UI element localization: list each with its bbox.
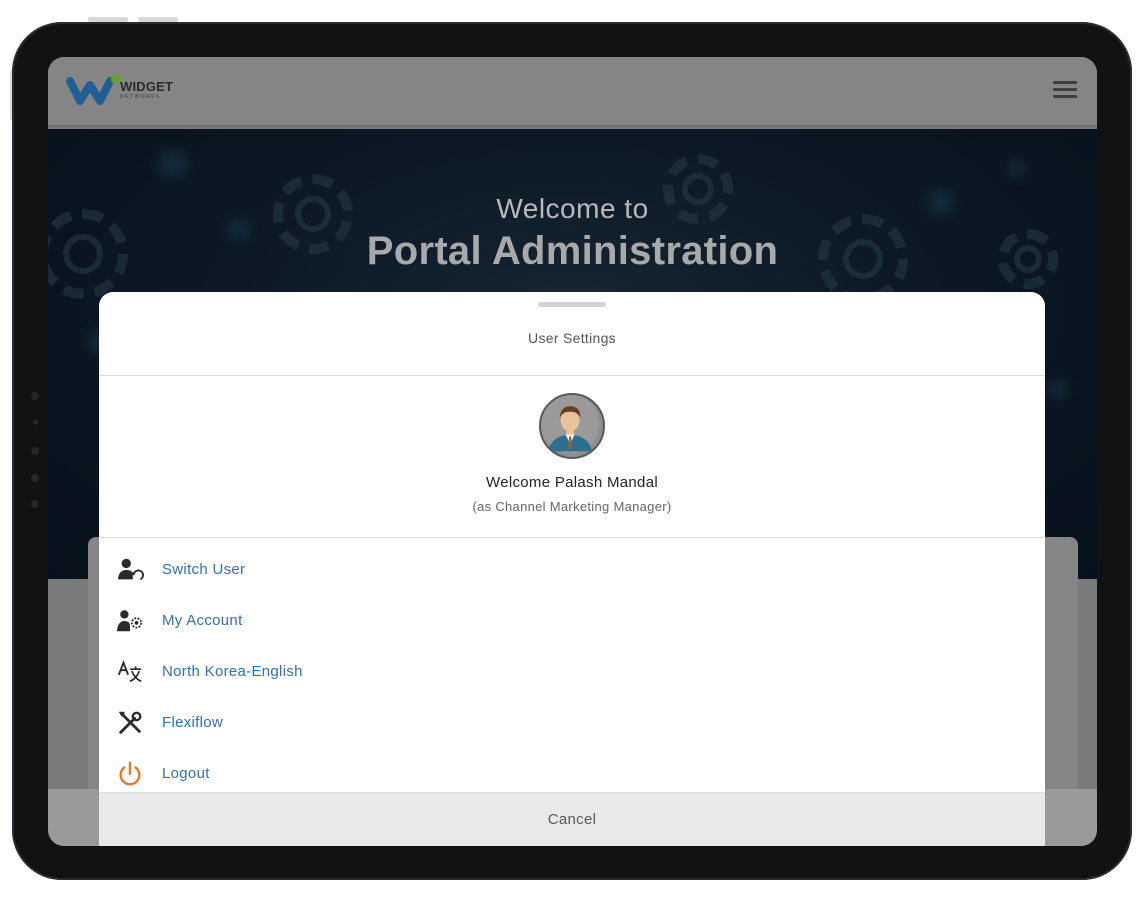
- switch-user-label: Switch User: [162, 561, 246, 578]
- tools-icon: [115, 708, 145, 738]
- sensor-dot: [31, 474, 39, 482]
- my-account-label: My Account: [162, 612, 243, 629]
- cancel-button[interactable]: Cancel: [99, 792, 1045, 846]
- divider: [99, 375, 1045, 376]
- user-settings-menu: Switch User My Account North Korea-Engli…: [99, 544, 1045, 799]
- power-icon: [115, 759, 145, 789]
- flexiflow-label: Flexiflow: [162, 714, 224, 731]
- user-settings-sheet: User Settings Welcome Palash Mandal (as …: [99, 292, 1045, 846]
- account-settings-icon: [115, 606, 145, 636]
- sheet-title: User Settings: [528, 330, 616, 346]
- sensor-dot: [31, 500, 39, 508]
- language-label: North Korea-English: [162, 663, 303, 680]
- hero-welcome-text: Welcome to: [496, 193, 649, 224]
- logo-subtext: NETWORKS: [120, 94, 161, 100]
- divider: [99, 537, 1045, 538]
- sheet-grabber[interactable]: [538, 302, 606, 307]
- my-account-item[interactable]: My Account: [99, 595, 1045, 646]
- switch-user-icon: [115, 555, 145, 585]
- translate-icon: [115, 657, 145, 687]
- app-header: WIDGET NETWORKS: [48, 57, 1097, 127]
- sensor-dot: [31, 447, 39, 455]
- hamburger-menu-icon[interactable]: [1053, 81, 1077, 99]
- language-item[interactable]: North Korea-English: [99, 646, 1045, 697]
- person-icon: [541, 395, 600, 454]
- switch-user-item[interactable]: Switch User: [99, 544, 1045, 595]
- tablet-frame: WIDGET NETWORKS Welcome to Portal Admini…: [12, 22, 1132, 880]
- user-role-text: (as Channel Marketing Manager): [472, 499, 672, 514]
- sensor-dot: [31, 392, 39, 400]
- sensor-dot: [33, 420, 38, 425]
- hero-title: Portal Administration: [366, 229, 779, 273]
- welcome-user-text: Welcome Palash Mandal: [486, 474, 658, 491]
- logout-label: Logout: [162, 765, 210, 782]
- logo-text: WIDGET: [120, 79, 174, 94]
- user-avatar: [539, 393, 605, 459]
- tablet-screen: WIDGET NETWORKS Welcome to Portal Admini…: [48, 57, 1097, 846]
- flexiflow-item[interactable]: Flexiflow: [99, 697, 1045, 748]
